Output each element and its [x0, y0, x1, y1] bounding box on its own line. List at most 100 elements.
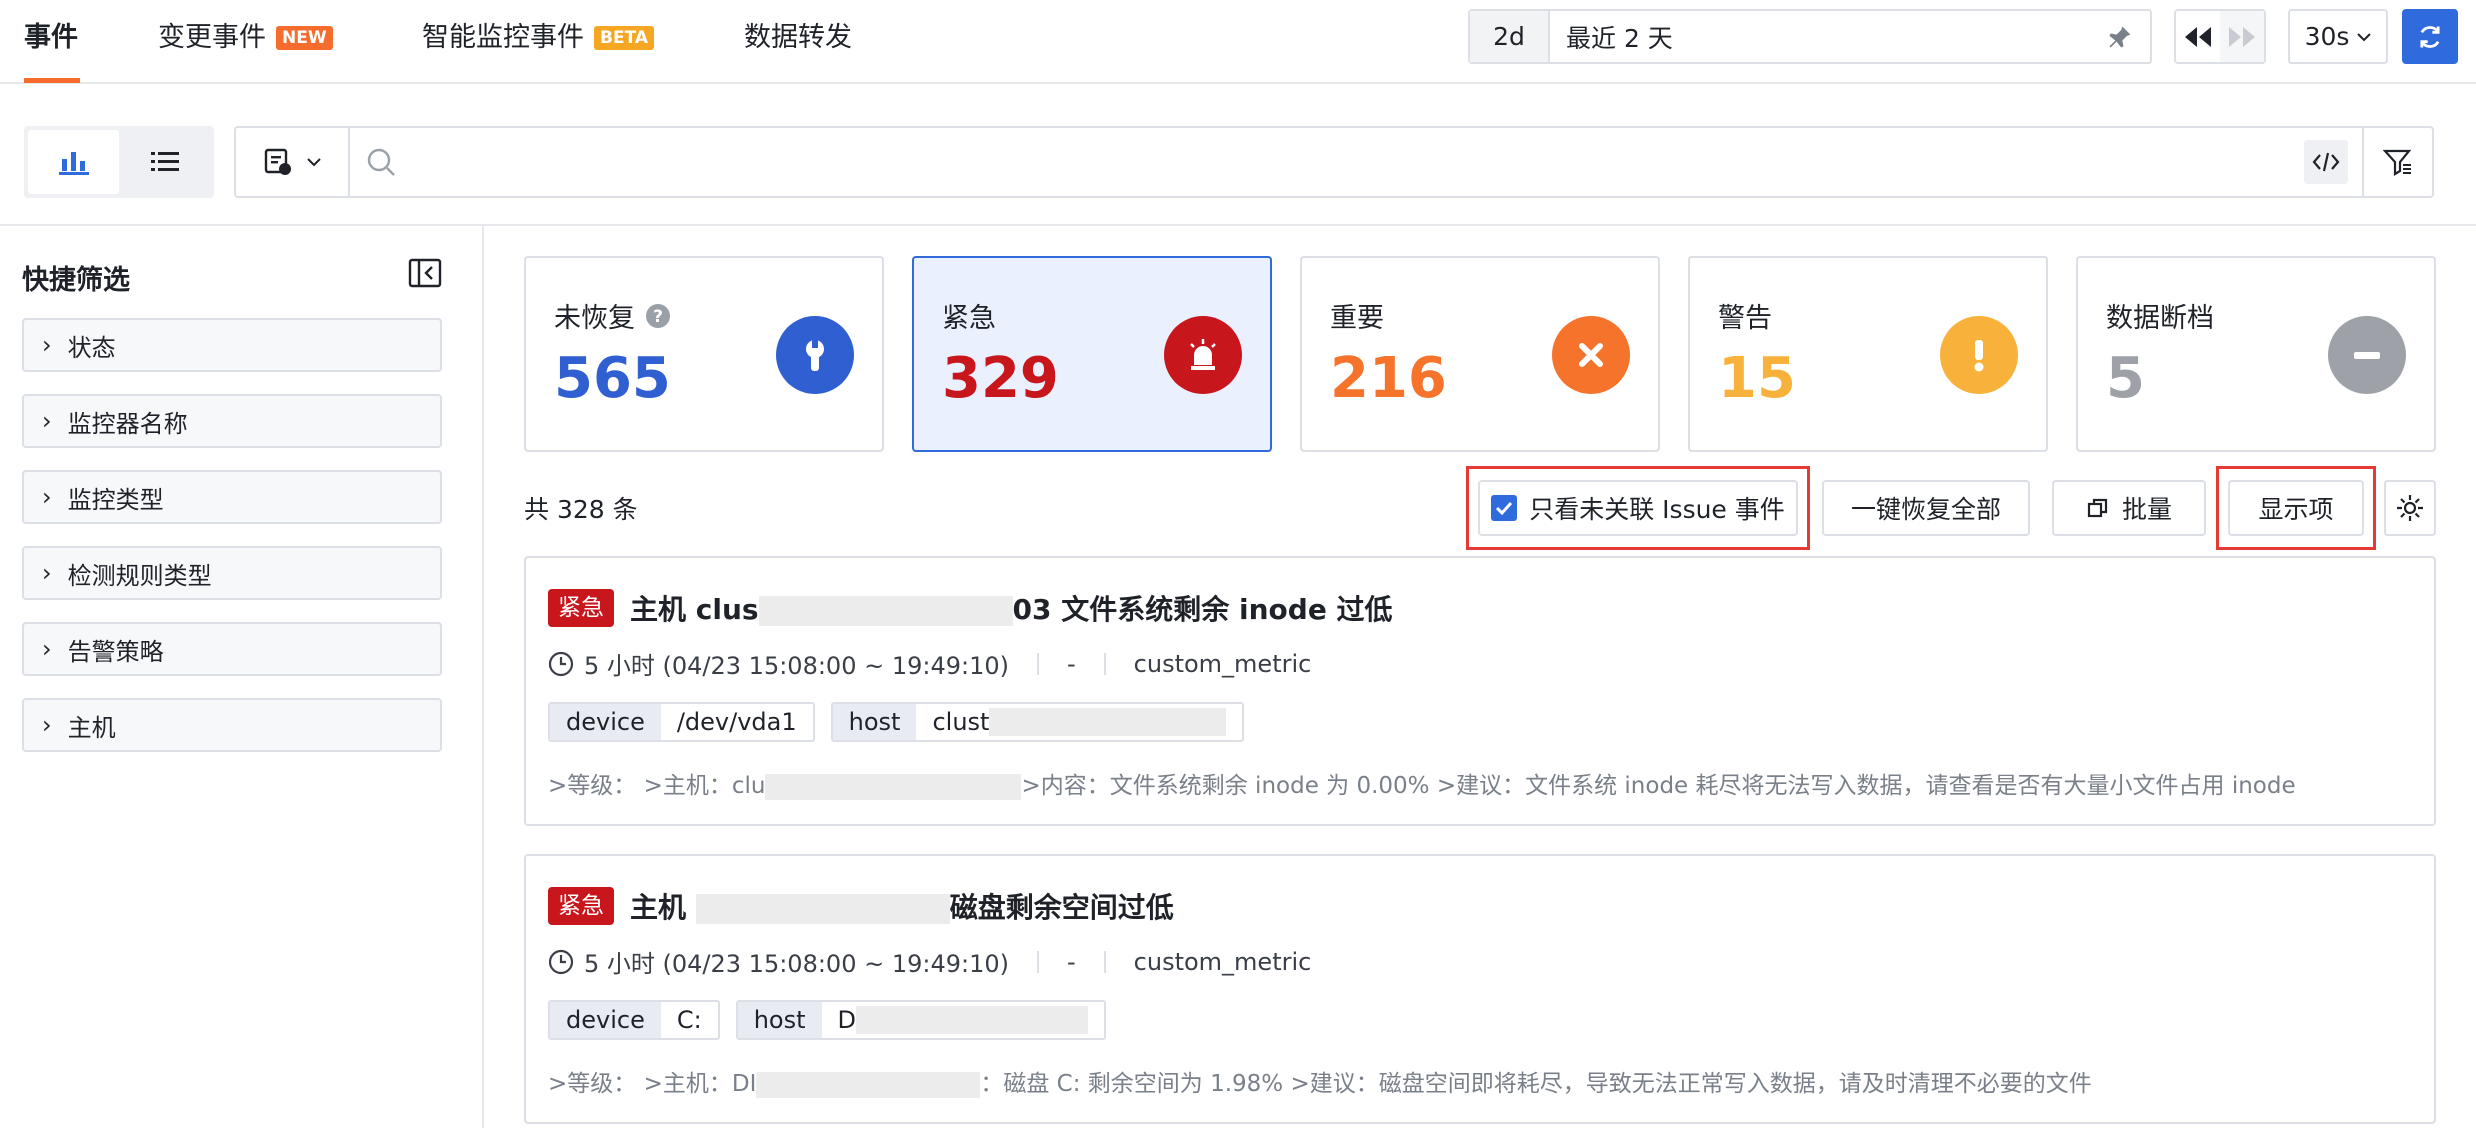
chevron-right-icon: ›: [42, 331, 52, 359]
stat-value: 5: [2106, 346, 2145, 411]
search-icon: [367, 148, 395, 176]
display-options-button[interactable]: 显示项: [2228, 480, 2364, 536]
batch-icon: [2087, 498, 2108, 518]
gear-icon: [2397, 495, 2423, 521]
recover-all-button[interactable]: 一键恢复全部: [1822, 480, 2030, 536]
event-card[interactable]: 紧急 主机 磁盘剩余空间过低 5 小时 (04/23 15:08:00 ~ 19…: [524, 854, 2436, 1124]
tab-smart-monitor-events[interactable]: 智能监控事件 BETA: [422, 18, 655, 58]
chevron-right-icon: ›: [42, 483, 52, 511]
level-tag: 紧急: [548, 589, 614, 627]
filter-monitor-name[interactable]: › 监控器名称: [22, 394, 442, 448]
event-title[interactable]: 紧急 主机 clus 03 文件系统剩余 inode 过低: [548, 588, 1393, 628]
event-card[interactable]: 紧急 主机 clus 03 文件系统剩余 inode 过低 5 小时 (04/23…: [524, 556, 2436, 826]
list-icon: [150, 152, 179, 171]
filter-alert-policy[interactable]: › 告警策略: [22, 622, 442, 676]
bar-chart-icon: [58, 152, 89, 175]
chevron-down-icon: [307, 158, 321, 167]
tab-change-events[interactable]: 变更事件 NEW: [158, 18, 333, 58]
top-navigation: 事件 变更事件 NEW 智能监控事件 BETA 数据转发 2d 最近 2 天 3…: [0, 0, 2476, 84]
event-title[interactable]: 紧急 主机 磁盘剩余空间过低: [548, 886, 1174, 926]
wrench-icon: [776, 316, 854, 394]
divider: [1037, 652, 1039, 675]
refresh-interval-select[interactable]: 30s: [2288, 9, 2388, 64]
active-tab-indicator: [24, 78, 80, 83]
pin-icon[interactable]: [2090, 23, 2150, 51]
batch-button[interactable]: 批量: [2052, 480, 2206, 536]
stat-card-important[interactable]: 重要 216: [1300, 256, 1660, 452]
saved-query-icon: [264, 148, 291, 175]
level-tag: 紧急: [548, 887, 614, 925]
list-view-button[interactable]: [119, 130, 210, 194]
search-input-area: [350, 128, 2362, 196]
chevron-right-icon: ›: [42, 559, 52, 587]
clock-icon: [548, 949, 574, 974]
filter-icon[interactable]: [2362, 128, 2432, 196]
time-nav-group: [2174, 9, 2266, 64]
time-range-short[interactable]: 2d: [1470, 11, 1550, 62]
minus-icon: [2328, 316, 2406, 394]
event-tags: device C: host D: [548, 1000, 1106, 1040]
event-meta: 5 小时 (04/23 15:08:00 ~ 19:49:10) - custo…: [548, 646, 1311, 681]
settings-button[interactable]: [2384, 480, 2436, 536]
siren-icon: [1164, 316, 1242, 394]
fast-forward-icon[interactable]: [2220, 11, 2264, 62]
quick-filter-sidebar: 快捷筛选 › 状态 › 监控器名称 › 监控类型 › 检测规则类型 › 告警策略 › 主机: [0, 226, 484, 1128]
rewind-icon[interactable]: [2176, 11, 2220, 62]
chevron-right-icon: ›: [42, 635, 52, 663]
quick-filter-title: 快捷筛选: [22, 265, 130, 296]
code-mode-icon[interactable]: [2304, 140, 2348, 184]
stat-value: 216: [1330, 346, 1447, 411]
stat-value: 329: [942, 346, 1059, 411]
stat-value: 565: [554, 346, 671, 411]
refresh-button[interactable]: [2402, 9, 2458, 64]
clock-icon: [548, 651, 574, 676]
divider: [1037, 950, 1039, 973]
filter-host[interactable]: › 主机: [22, 698, 442, 752]
only-unlinked-checkbox[interactable]: 只看未关联 Issue 事件: [1478, 480, 1798, 536]
redacted-text: [989, 708, 1227, 736]
help-icon[interactable]: ?: [645, 303, 671, 329]
total-count: 共 328 条: [524, 495, 638, 524]
search-bar: [234, 126, 2434, 198]
filter-status[interactable]: › 状态: [22, 318, 442, 372]
stat-card-data-gap[interactable]: 数据断档 5: [2076, 256, 2436, 452]
checkbox-checked-icon: [1491, 495, 1518, 521]
redacted-text: [765, 773, 1022, 800]
svg-text:?: ?: [653, 307, 663, 327]
redacted-text: [756, 1071, 981, 1098]
tag-device[interactable]: device/dev/vda1: [548, 702, 815, 742]
chart-view-button[interactable]: [28, 130, 119, 194]
saved-query-dropdown[interactable]: [236, 128, 350, 196]
tab-events[interactable]: 事件: [24, 18, 78, 58]
search-input[interactable]: [408, 147, 2292, 177]
view-toggle: [24, 126, 214, 198]
filter-rule-type[interactable]: › 检测规则类型: [22, 546, 442, 600]
stat-card-critical[interactable]: 紧急 329: [912, 256, 1272, 452]
stat-value: 15: [1718, 346, 1796, 411]
time-range-label[interactable]: 最近 2 天: [1550, 19, 2090, 55]
tag-host[interactable]: host clust: [830, 702, 1245, 742]
chevron-down-icon: [2357, 32, 2372, 41]
close-icon: [1552, 316, 1630, 394]
divider: [1103, 950, 1106, 973]
stat-card-unrecovered[interactable]: 未恢复 ? 565: [524, 256, 884, 452]
event-meta: 5 小时 (04/23 15:08:00 ~ 19:49:10) - custo…: [548, 944, 1311, 979]
tab-data-forwarding[interactable]: 数据转发: [744, 18, 852, 58]
chevron-right-icon: ›: [42, 407, 52, 435]
stat-card-warning[interactable]: 警告 15: [1688, 256, 2048, 452]
beta-badge: BETA: [594, 26, 655, 50]
event-tags: device/dev/vda1 host clust: [548, 702, 1245, 742]
tag-host[interactable]: host D: [735, 1000, 1106, 1040]
event-content: >等级： >主机：DI ：磁盘 C: 剩余空间为 1.98% >建议：磁盘空间即将…: [548, 1071, 2092, 1098]
redacted-text: [695, 894, 950, 924]
time-range-picker[interactable]: 2d 最近 2 天: [1468, 9, 2152, 64]
chevron-right-icon: ›: [42, 711, 52, 739]
redacted-text: [855, 1006, 1088, 1034]
refresh-icon: [2420, 25, 2440, 48]
search-row: [0, 84, 2476, 226]
collapse-sidebar-icon[interactable]: [408, 258, 442, 292]
event-content: >等级： >主机：clu >内容：文件系统剩余 inode 为 0.00% >建议…: [548, 773, 2296, 800]
filter-monitor-type[interactable]: › 监控类型: [22, 470, 442, 524]
new-badge: NEW: [276, 26, 333, 50]
tag-device[interactable]: device C:: [548, 1000, 720, 1040]
